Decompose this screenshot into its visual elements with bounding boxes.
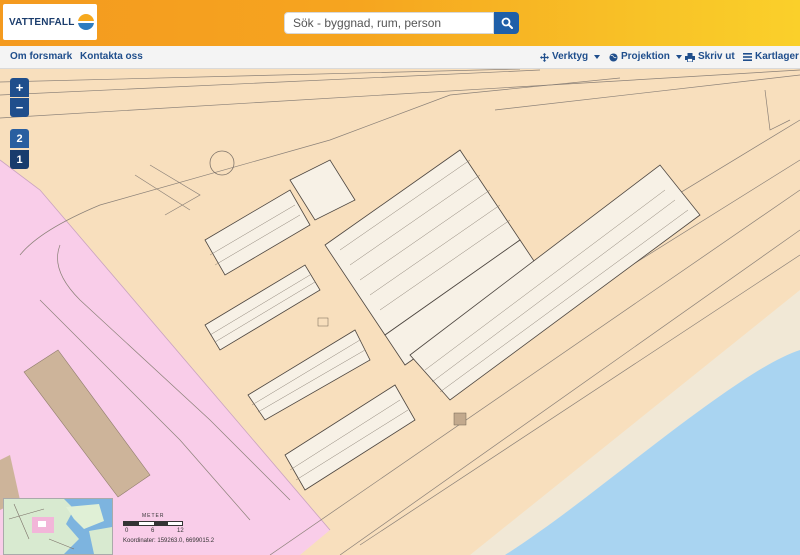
search-button[interactable]: [494, 12, 519, 34]
level-1-button[interactable]: 1: [10, 150, 29, 169]
vattenfall-logo[interactable]: VATTENFALL: [3, 4, 97, 40]
print-icon: [685, 52, 695, 62]
header-bar: VATTENFALL: [0, 0, 800, 46]
tools-label: Verktyg: [552, 51, 589, 62]
zoom-in-button[interactable]: +: [10, 78, 29, 97]
projection-label: Projektion: [621, 51, 670, 62]
map-graphic: [0, 69, 800, 555]
scale-graphic: [123, 521, 183, 526]
chevron-down-icon: [675, 55, 682, 59]
coordinates-readout: Koordinater: 159263.0, 6699015.2: [123, 538, 215, 544]
overview-map[interactable]: [3, 498, 113, 555]
layers-menu[interactable]: Kartlager: [743, 46, 799, 68]
layers-label: Kartlager: [755, 51, 799, 62]
zoom-out-button[interactable]: −: [10, 98, 29, 117]
move-icon: [540, 52, 549, 62]
logo-mark-icon: [77, 14, 94, 30]
search-box: [284, 12, 519, 34]
tools-menu[interactable]: Verktyg: [540, 46, 601, 68]
level-2-button[interactable]: 2: [10, 129, 29, 148]
scale-segment: [154, 522, 168, 525]
print-label: Skriv ut: [698, 51, 735, 62]
list-icon: [743, 53, 752, 61]
print-button[interactable]: Skriv ut: [685, 46, 735, 68]
scale-tick-2: 12: [177, 528, 184, 534]
overview-map-graphic: [4, 499, 112, 554]
chevron-down-icon: [594, 55, 601, 59]
scale-tick-0: 0: [125, 528, 129, 534]
scale-bar: METER 0 6 12 Koordinater: 159263.0, 6699…: [123, 513, 243, 553]
nav-om-forsmark[interactable]: Om forsmark: [10, 46, 72, 68]
search-icon: [501, 17, 513, 29]
nav-kontakta-oss[interactable]: Kontakta oss: [80, 46, 143, 68]
logo-text: VATTENFALL: [9, 16, 75, 28]
projection-menu[interactable]: Projektion: [609, 46, 682, 68]
map-canvas[interactable]: [0, 69, 800, 555]
navbar: Om forsmark Kontakta oss Verktyg Projekt…: [0, 46, 800, 69]
scale-title: METER: [142, 513, 165, 519]
scale-segment: [124, 522, 139, 525]
scale-tick-1: 6: [151, 528, 155, 534]
search-input[interactable]: [284, 12, 494, 34]
globe-icon: [609, 52, 618, 62]
